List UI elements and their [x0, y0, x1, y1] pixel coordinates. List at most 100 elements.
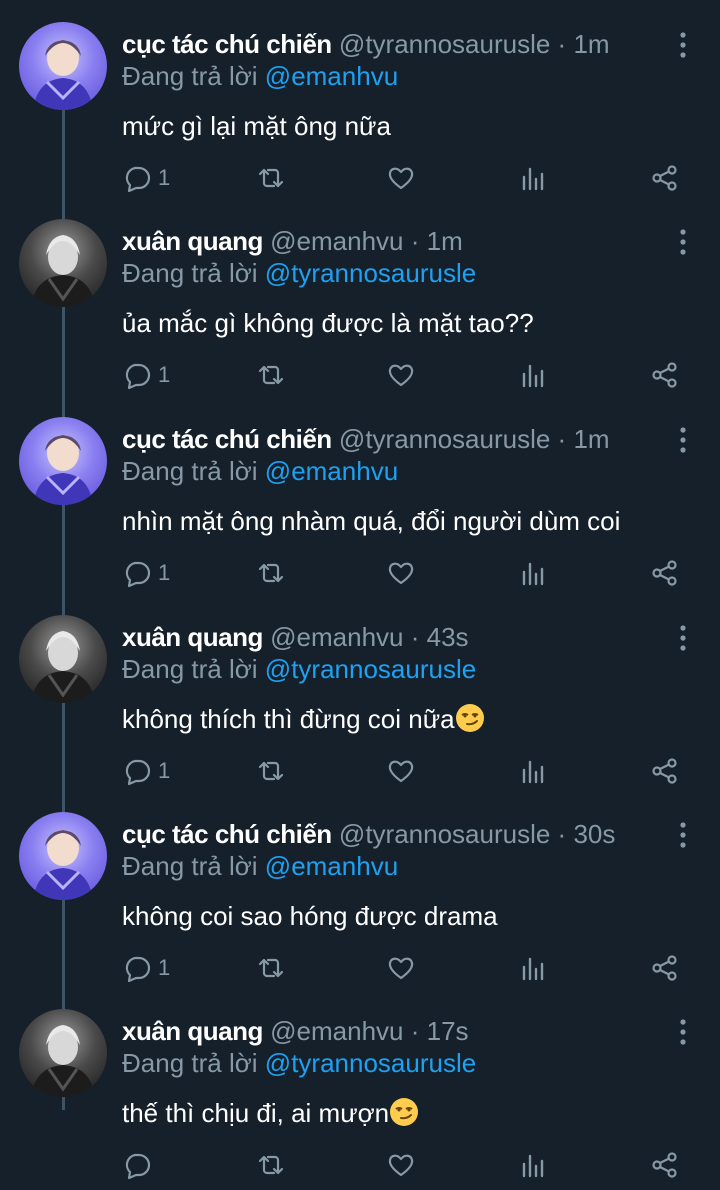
tweet-text: không coi sao hóng được drama	[122, 898, 498, 934]
retweet-button[interactable]	[256, 1147, 286, 1183]
analytics-button[interactable]	[518, 357, 548, 393]
replying-to-handle[interactable]: @emanhvu	[265, 456, 398, 486]
action-bar: 1	[122, 555, 682, 591]
share-button[interactable]	[650, 1147, 680, 1183]
more-icon[interactable]	[672, 820, 694, 850]
timestamp[interactable]: 1m	[427, 226, 463, 256]
tweet-text-body: ủa mắc gì không được là mặt tao??	[122, 308, 534, 338]
tweet-text-body: nhìn mặt ông nhàm quá, đổi người dùm coi	[122, 506, 621, 536]
tweet-reply[interactable]: xuân quang @emanhvu · 1m Đang trả lời @t…	[0, 197, 720, 395]
reply-button[interactable]: 1	[122, 160, 170, 196]
retweet-button[interactable]	[256, 555, 286, 591]
like-button[interactable]	[386, 950, 416, 986]
tweet-text: nhìn mặt ông nhàm quá, đổi người dùm coi	[122, 503, 620, 539]
tweet-reply[interactable]: xuân quang @emanhvu · 17s Đang trả lời @…	[0, 987, 720, 1185]
share-button[interactable]	[650, 950, 680, 986]
reply-button[interactable]: 1	[122, 555, 170, 591]
like-button[interactable]	[386, 357, 416, 393]
timestamp[interactable]: 30s	[573, 819, 615, 849]
tweet-reply[interactable]: cục tác chú chiến @tyrannosaurusle · 30s…	[0, 790, 720, 988]
separator-dot: ·	[557, 29, 567, 59]
tweet-reply[interactable]: xuân quang @emanhvu · 43s Đang trả lời @…	[0, 593, 720, 791]
reply-button[interactable]: 1	[122, 950, 170, 986]
replying-to-handle[interactable]: @emanhvu	[265, 851, 398, 881]
timestamp[interactable]: 1m	[573, 424, 609, 454]
avatar[interactable]	[19, 417, 107, 505]
reply-count: 1	[158, 560, 171, 585]
replying-to-label: Đang trả lời	[122, 456, 258, 486]
like-icon	[388, 760, 414, 783]
username[interactable]: @tyrannosaurusle	[339, 819, 550, 849]
smirk-emoji-icon	[390, 1098, 419, 1126]
username[interactable]: @emanhvu	[270, 226, 403, 256]
retweet-button[interactable]	[256, 753, 286, 789]
replying-to-handle[interactable]: @tyrannosaurusle	[265, 1048, 476, 1078]
like-button[interactable]	[386, 555, 416, 591]
share-button[interactable]	[650, 753, 680, 789]
analytics-button[interactable]	[518, 753, 548, 789]
replying-to-label: Đang trả lời	[122, 61, 258, 91]
timestamp[interactable]: 1m	[573, 29, 609, 59]
display-name[interactable]: cục tác chú chiến	[122, 424, 332, 454]
action-bar	[122, 1147, 682, 1183]
tweet-text: ủa mắc gì không được là mặt tao??	[122, 305, 534, 341]
separator-dot: ·	[410, 1016, 420, 1046]
more-icon[interactable]	[672, 227, 694, 257]
retweet-button[interactable]	[256, 950, 286, 986]
like-icon	[388, 167, 414, 190]
reply-icon	[125, 363, 151, 390]
more-icon[interactable]	[672, 30, 694, 60]
display-name[interactable]: xuân quang	[122, 226, 263, 256]
tweet-reply[interactable]: cục tác chú chiến @tyrannosaurusle · 1m …	[0, 395, 720, 593]
avatar[interactable]	[19, 1009, 107, 1097]
display-name[interactable]: xuân quang	[122, 622, 263, 652]
more-icon[interactable]	[672, 425, 694, 455]
replying-to-handle[interactable]: @emanhvu	[265, 61, 398, 91]
username[interactable]: @emanhvu	[270, 622, 403, 652]
reply-button[interactable]: 1	[122, 357, 170, 393]
share-button[interactable]	[650, 357, 680, 393]
replying-to: Đang trả lời @tyrannosaurusle	[122, 653, 476, 685]
replying-to: Đang trả lời @tyrannosaurusle	[122, 257, 476, 289]
share-icon	[652, 560, 677, 586]
avatar[interactable]	[19, 219, 107, 307]
like-button[interactable]	[386, 160, 416, 196]
reply-button[interactable]	[122, 1147, 158, 1183]
replying-to-handle[interactable]: @tyrannosaurusle	[265, 654, 476, 684]
analytics-button[interactable]	[518, 950, 548, 986]
analytics-icon	[522, 562, 544, 586]
reply-icon	[125, 759, 151, 786]
timestamp[interactable]: 43s	[427, 622, 469, 652]
share-button[interactable]	[650, 160, 680, 196]
like-button[interactable]	[386, 1147, 416, 1183]
like-icon	[388, 957, 414, 980]
display-name[interactable]: xuân quang	[122, 1016, 263, 1046]
avatar[interactable]	[19, 812, 107, 900]
more-icon[interactable]	[672, 623, 694, 653]
analytics-button[interactable]	[518, 160, 548, 196]
reply-count: 1	[158, 362, 171, 387]
avatar[interactable]	[19, 22, 107, 110]
username[interactable]: @tyrannosaurusle	[339, 29, 550, 59]
analytics-button[interactable]	[518, 1147, 548, 1183]
tweet-reply[interactable]: cục tác chú chiến @tyrannosaurusle · 1m …	[0, 0, 720, 198]
tweet-text: mức gì lại mặt ông nữa	[122, 108, 391, 144]
retweet-button[interactable]	[256, 160, 286, 196]
avatar[interactable]	[19, 615, 107, 703]
username[interactable]: @emanhvu	[270, 1016, 403, 1046]
reply-count: 1	[158, 165, 171, 190]
reply-button[interactable]: 1	[122, 753, 170, 789]
analytics-button[interactable]	[518, 555, 548, 591]
like-button[interactable]	[386, 753, 416, 789]
analytics-icon	[522, 364, 544, 388]
timestamp[interactable]: 17s	[427, 1016, 469, 1046]
more-icon[interactable]	[672, 1017, 694, 1047]
share-button[interactable]	[650, 555, 680, 591]
retweet-button[interactable]	[256, 357, 286, 393]
username[interactable]: @tyrannosaurusle	[339, 424, 550, 454]
display-name[interactable]: cục tác chú chiến	[122, 29, 332, 59]
retweet-icon	[258, 958, 284, 978]
display-name[interactable]: cục tác chú chiến	[122, 819, 332, 849]
share-icon	[652, 1152, 677, 1178]
replying-to-handle[interactable]: @tyrannosaurusle	[265, 258, 476, 288]
